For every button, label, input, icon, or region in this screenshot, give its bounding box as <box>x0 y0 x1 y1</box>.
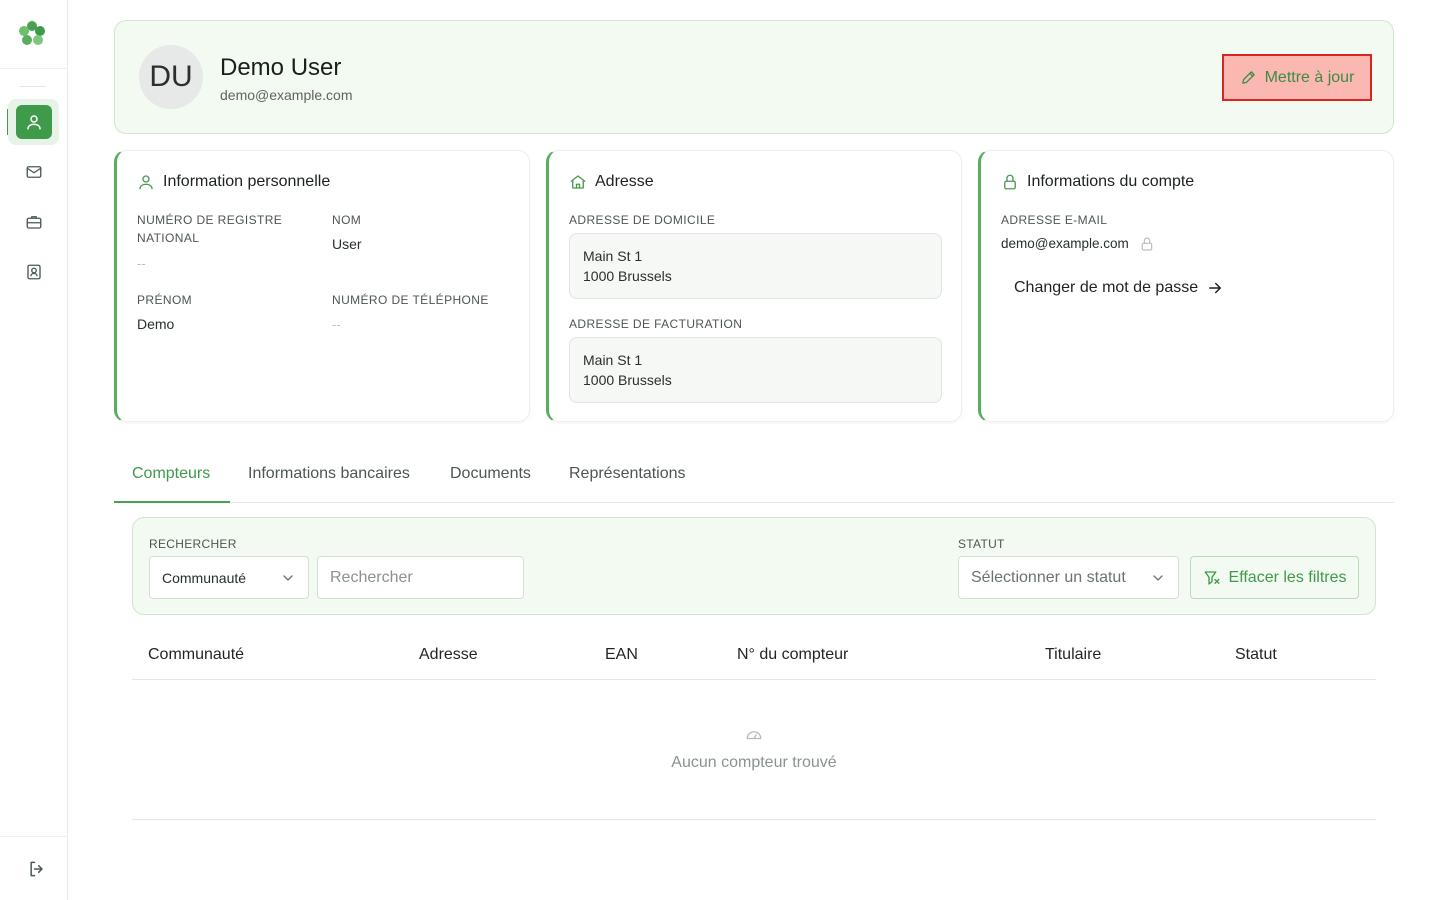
status-label: STATUT <box>958 537 1005 551</box>
contact-card-icon <box>16 255 52 289</box>
filter-panel: RECHERCHER Communauté Rechercher STATUT … <box>132 517 1376 615</box>
logout-icon[interactable] <box>22 855 52 883</box>
card-title: Information personnelle <box>137 173 330 191</box>
mail-icon <box>16 155 52 189</box>
card-title-label: Adresse <box>595 173 654 190</box>
chevron-down-icon <box>280 570 296 586</box>
arrow-right-icon <box>1206 279 1224 297</box>
tab-compteurs[interactable]: Compteurs <box>132 465 210 483</box>
lock-icon <box>1139 236 1155 252</box>
user-name: Demo User <box>220 54 342 81</box>
change-password-link[interactable]: Changer de mot de passe <box>1014 279 1224 297</box>
home-address-label: Adresse de domicile <box>569 213 716 227</box>
home-address-line1: Main St 1 <box>583 248 643 264</box>
last-name-value: User <box>332 236 362 252</box>
email-label: Adresse e-mail <box>1001 213 1108 227</box>
empty-state-text: Aucun compteur trouvé <box>671 754 837 771</box>
update-button[interactable]: Mettre à jour <box>1222 54 1372 101</box>
first-name-label: Prénom <box>137 293 193 307</box>
card-title-label: Information personnelle <box>163 173 331 190</box>
last-name-label: Nom <box>332 213 362 227</box>
billing-address-line1: Main St 1 <box>583 352 643 368</box>
tab-representations[interactable]: Représentations <box>569 465 686 483</box>
clear-filters-label: Effacer les filtres <box>1228 568 1347 586</box>
avatar: DU <box>139 45 203 109</box>
national-register-label: Numéro de registre national <box>137 213 283 245</box>
first-name-value: Demo <box>137 316 175 332</box>
address-card: Adresse Adresse de domicile Main St 1 10… <box>546 150 962 422</box>
active-tab-underline <box>114 501 230 503</box>
sidebar-divider <box>20 86 46 87</box>
tab-informations-bancaires[interactable]: Informations bancaires <box>248 465 410 483</box>
user-email: demo@example.com <box>220 87 353 103</box>
pencil-icon <box>1240 69 1257 86</box>
home-icon <box>569 173 587 191</box>
empty-state: Aucun compteur trouvé <box>132 680 1376 820</box>
home-address-box: Main St 1 1000 Brussels <box>569 233 942 299</box>
status-select[interactable]: Sélectionner un statut <box>958 556 1179 599</box>
column-header-adresse[interactable]: Adresse <box>419 646 478 664</box>
user-icon <box>137 173 155 191</box>
chevron-down-icon <box>1150 570 1166 586</box>
sidebar-item-contacts[interactable] <box>8 249 59 295</box>
personal-info-card: Information personnelle Numéro de regist… <box>114 150 530 422</box>
column-header-meter-number[interactable]: N° du compteur <box>737 646 848 664</box>
briefcase-icon <box>16 205 52 239</box>
sidebar-item-messages[interactable] <box>8 149 59 195</box>
card-title: Adresse <box>569 173 654 191</box>
column-header-communaute[interactable]: Communauté <box>148 646 244 664</box>
email-value-row: demo@example.com <box>1001 236 1155 252</box>
gauge-icon <box>745 726 763 742</box>
table-header: Communauté Adresse EAN N° du compteur Ti… <box>132 632 1376 680</box>
phone-label: Numéro de téléphone <box>332 293 489 307</box>
sidebar-divider <box>0 68 68 69</box>
status-select-placeholder: Sélectionner un statut <box>971 568 1126 586</box>
card-title-label: Informations du compte <box>1027 173 1195 190</box>
filter-clear-icon <box>1203 569 1221 587</box>
change-password-label: Changer de mot de passe <box>1014 279 1199 296</box>
sidebar-item-profile[interactable] <box>8 99 59 145</box>
search-label: RECHERCHER <box>149 537 237 551</box>
tab-bar: Compteurs Informations bancaires Documen… <box>114 455 1394 503</box>
app-logo-icon[interactable] <box>17 18 47 48</box>
update-button-label: Mettre à jour <box>1264 68 1355 86</box>
profile-header: DU Demo User demo@example.com Mettre à j… <box>114 20 1394 134</box>
billing-address-line2: 1000 Brussels <box>583 372 672 388</box>
lock-icon <box>1001 173 1019 191</box>
column-header-ean[interactable]: EAN <box>605 646 638 664</box>
column-header-titulaire[interactable]: Titulaire <box>1045 646 1101 664</box>
national-register-value: -- <box>137 256 146 271</box>
billing-address-box: Main St 1 1000 Brussels <box>569 337 942 403</box>
search-input[interactable]: Rechercher <box>317 556 524 599</box>
clear-filters-button[interactable]: Effacer les filtres <box>1190 556 1359 599</box>
account-card: Informations du compte Adresse e-mail de… <box>978 150 1394 422</box>
card-title: Informations du compte <box>1001 173 1194 191</box>
email-value: demo@example.com <box>1001 236 1129 251</box>
column-header-statut[interactable]: Statut <box>1235 646 1277 664</box>
sidebar-divider <box>0 836 68 837</box>
tab-documents[interactable]: Documents <box>450 465 531 483</box>
sidebar <box>0 0 68 900</box>
community-select-value: Communauté <box>162 569 247 586</box>
billing-address-label: Adresse de facturation <box>569 317 743 331</box>
home-address-line2: 1000 Brussels <box>583 268 672 284</box>
user-icon <box>15 105 52 139</box>
sidebar-item-briefcase[interactable] <box>8 199 59 245</box>
community-select[interactable]: Communauté <box>149 556 309 599</box>
phone-value: -- <box>332 317 341 332</box>
